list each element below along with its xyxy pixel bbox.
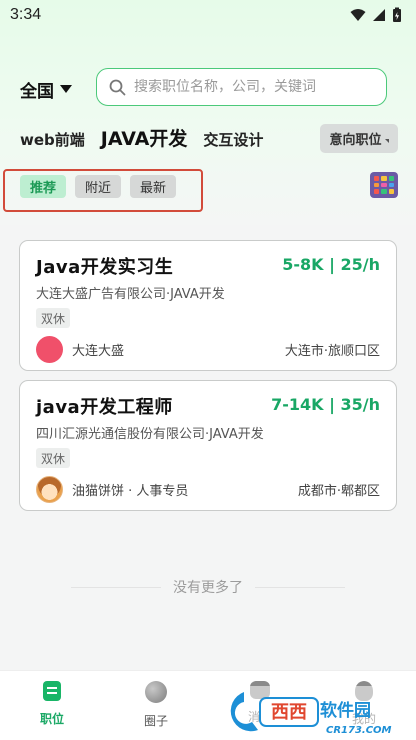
nav-circle[interactable]: 圈子 [126, 681, 186, 729]
filter-nearby[interactable]: 附近 [75, 175, 122, 198]
tab-java-dev[interactable]: JAVA开发 [101, 124, 188, 151]
nav-label: 职位 [39, 712, 64, 726]
location-selector[interactable]: 全国 [20, 76, 72, 102]
wifi-icon [350, 9, 366, 21]
jobs-icon [43, 681, 61, 701]
job-company: 大连大盛广告有限公司·JAVA开发 [36, 287, 225, 302]
nav-jobs[interactable]: 职位 [22, 681, 82, 727]
intent-positions-button[interactable]: 意向职位 [320, 124, 398, 153]
caret-down-icon [60, 85, 72, 93]
circle-icon [145, 681, 167, 703]
tab-web-frontend[interactable]: web前端 [20, 129, 85, 150]
divider [255, 586, 345, 588]
avatar [36, 335, 63, 363]
grid-menu-icon[interactable] [370, 172, 398, 198]
job-company: 四川汇源光通信股份有限公司·JAVA开发 [36, 427, 264, 442]
job-location: 大连市·旅顺口区 [284, 343, 380, 359]
job-card-footer: 大连大盛 大连市·旅顺口区 [36, 335, 380, 363]
status-bar: 3:34 [0, 0, 416, 30]
search-box[interactable] [96, 68, 387, 106]
filter-latest[interactable]: 最新 [130, 175, 177, 198]
filter-chips: 推荐 附近 最新 [20, 175, 177, 198]
publisher-name: 油猫饼饼 · 人事专员 [72, 483, 189, 499]
job-card[interactable]: Java开发实习生 5-8K | 25/h 大连大盛广告有限公司·JAVA开发 … [19, 240, 397, 371]
filter-recommended[interactable]: 推荐 [20, 175, 67, 198]
job-card-footer: 油猫饼饼 · 人事专员 成都市·郫都区 [36, 475, 380, 503]
signal-icon [373, 9, 385, 21]
battery-icon [393, 7, 401, 22]
intent-positions-label: 意向职位 [329, 133, 382, 148]
divider [71, 586, 161, 588]
job-salary: 7-14K | 35/h [271, 395, 380, 414]
corner-triangle-icon [384, 138, 389, 143]
job-card[interactable]: java开发工程师 7-14K | 35/h 四川汇源光通信股份有限公司·JAV… [19, 380, 397, 511]
job-salary: 5-8K | 25/h [282, 255, 380, 274]
job-title: Java开发实习生 [36, 257, 174, 278]
tab-interaction-design[interactable]: 交互设计 [203, 129, 263, 150]
no-more-text: 没有更多了 [173, 580, 243, 596]
watermark-brand-suffix: 软件园 [320, 700, 371, 721]
watermark-logo: 西西 软件园 CR173.COM [218, 686, 416, 738]
job-tag: 双休 [36, 448, 71, 468]
location-label: 全国 [20, 81, 54, 102]
job-tag: 双休 [36, 308, 71, 328]
search-icon [109, 79, 126, 95]
watermark-domain: CR173.COM [326, 725, 392, 736]
search-input[interactable] [134, 79, 374, 95]
status-icons [350, 7, 402, 23]
nav-label: 圈子 [143, 714, 168, 728]
job-location: 成都市·郫都区 [297, 483, 380, 499]
no-more-indicator: 没有更多了 [0, 576, 416, 598]
job-tabs: web前端 JAVA开发 交互设计 [20, 124, 263, 154]
watermark-brand: 西西 [271, 702, 307, 723]
job-title: java开发工程师 [36, 397, 173, 418]
status-time: 3:34 [10, 6, 42, 23]
publisher-name: 大连大盛 [72, 343, 125, 359]
avatar [36, 475, 63, 503]
